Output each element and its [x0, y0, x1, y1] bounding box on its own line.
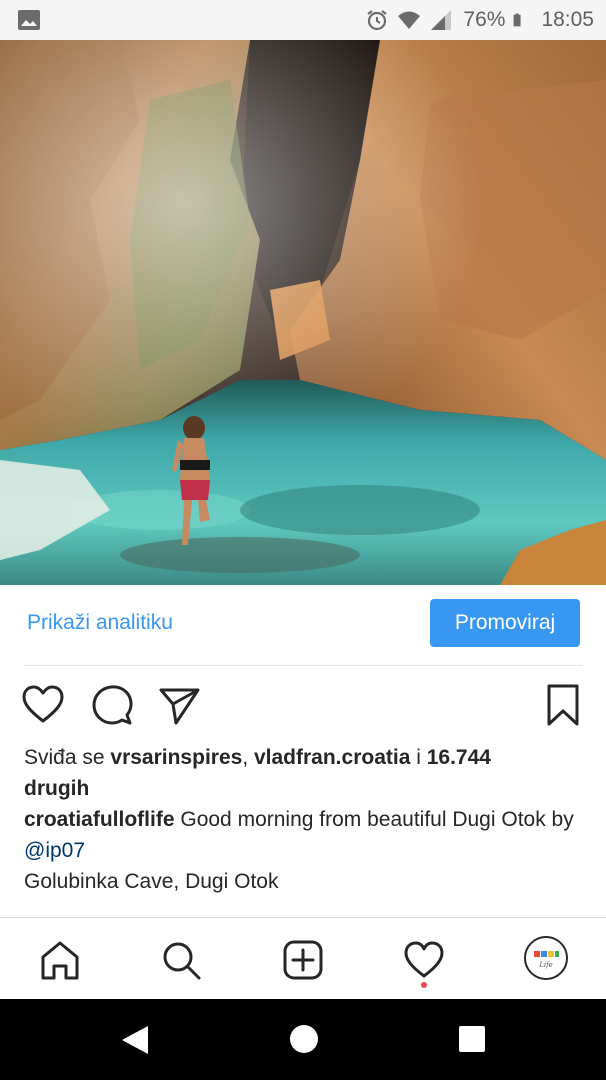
home-circle-icon[interactable] — [289, 1024, 319, 1054]
share-icon[interactable] — [156, 682, 202, 728]
post-photo[interactable] — [0, 40, 606, 585]
liker-username[interactable]: vrsarinspires — [110, 746, 242, 769]
caption-mention[interactable]: @ip07 — [24, 839, 85, 862]
post-location[interactable]: Golubinka Cave, Dugi Otok — [24, 866, 278, 897]
view-insights-link[interactable]: Prikaži analitiku — [27, 611, 173, 635]
battery-percent: 76% — [463, 8, 506, 31]
profile-logo-icon: Life — [526, 938, 566, 978]
status-bar: 76% 18:05 — [0, 0, 606, 40]
post-caption: croatiafulloflife Good morning from beau… — [24, 804, 584, 866]
android-nav-bar — [0, 999, 606, 1080]
signal-icon — [431, 10, 452, 30]
likes-others[interactable]: drugih — [24, 777, 89, 800]
liker-username[interactable]: vladfran.croatia — [254, 746, 410, 769]
clock: 18:05 — [541, 8, 594, 31]
notification-dot — [421, 982, 427, 988]
svg-text:Life: Life — [538, 961, 553, 969]
activity-heart-icon[interactable] — [402, 938, 446, 982]
action-bar — [0, 676, 606, 736]
back-icon[interactable] — [120, 1024, 150, 1056]
wifi-icon — [398, 11, 421, 29]
likes-prefix: Sviđa se — [24, 746, 111, 769]
home-icon[interactable] — [38, 938, 82, 982]
like-heart-icon[interactable] — [20, 682, 66, 728]
battery-icon — [514, 13, 522, 27]
profile-avatar[interactable]: Life — [524, 936, 568, 980]
comment-icon[interactable] — [89, 682, 135, 728]
caption-username[interactable]: croatiafulloflife — [24, 808, 175, 831]
likes-summary[interactable]: Sviđa se vrsarinspires, vladfran.croatia… — [24, 742, 584, 804]
likes-conjunction: i — [410, 746, 427, 769]
caption-text: Good morning from beautiful Dugi Otok by — [174, 808, 574, 831]
bottom-nav: Life — [0, 917, 606, 999]
promote-button[interactable]: Promoviraj — [430, 599, 580, 647]
recents-square-icon[interactable] — [459, 1026, 485, 1052]
gallery-icon — [18, 10, 40, 30]
divider — [24, 665, 582, 666]
analytics-row: Prikaži analitiku Promoviraj — [0, 585, 606, 665]
likes-separator: , — [242, 746, 254, 769]
alarm-icon — [367, 10, 388, 31]
likes-count: 16.744 — [426, 746, 491, 769]
cave-photo — [0, 40, 606, 585]
bookmark-icon[interactable] — [540, 682, 586, 728]
new-post-icon[interactable] — [281, 938, 325, 982]
search-icon[interactable] — [159, 938, 203, 982]
